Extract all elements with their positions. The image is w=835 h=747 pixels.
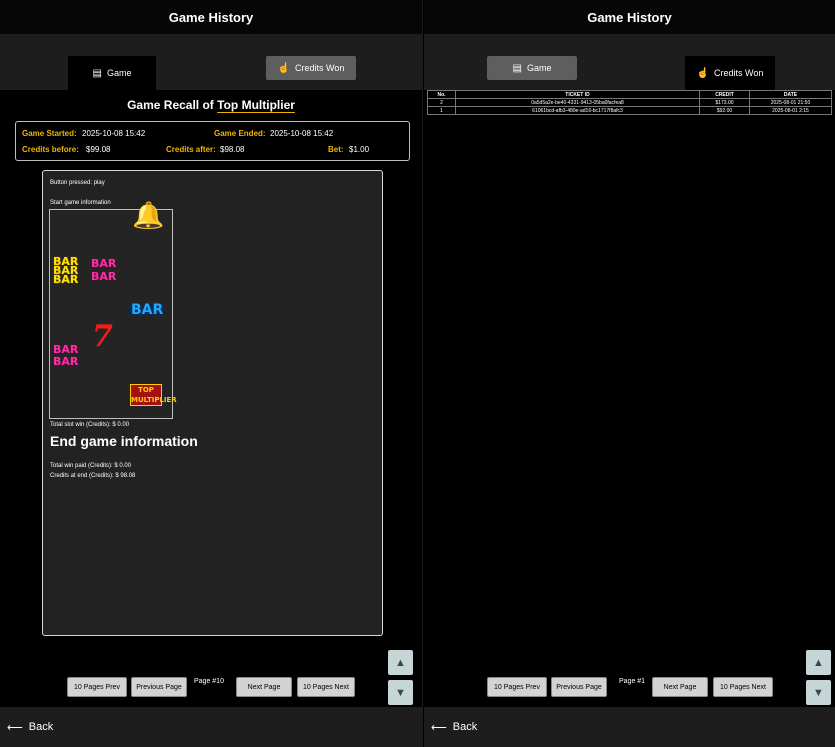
back-label: Back [452, 721, 478, 733]
ten-pages-next-button[interactable]: 10 Pages Next [713, 677, 773, 697]
arrow-left-icon: ⟵ [431, 721, 447, 734]
page-number: Page #1 [619, 678, 646, 685]
bar-text: BAR [53, 355, 79, 368]
tab-credits-label: Credits Won [714, 68, 764, 78]
credits-before-label: Credits before: [22, 145, 79, 154]
previous-page-button[interactable]: Previous Page [131, 677, 187, 697]
recall-title: Game Recall of Top Multiplier [0, 98, 422, 112]
recall-prefix: Game Recall of [127, 98, 218, 112]
bet-value: $1.00 [349, 145, 370, 154]
hand-coin-icon: ☝ [277, 62, 291, 74]
game-history-panel-right: Game History ▤ Game ☝ Credits Won No. TI… [424, 0, 835, 747]
double-bar-symbol: BAR BAR [91, 257, 117, 283]
table-row[interactable]: 2 0a5d5a2e-be40-4331-9413-05ba0facfea8 $… [427, 98, 832, 107]
arrow-left-icon: ⟵ [7, 721, 23, 734]
button-pressed-text: Button pressed: play [50, 180, 105, 186]
arrow-down-icon[interactable]: ▼ [806, 680, 831, 705]
previous-page-button[interactable]: Previous Page [551, 677, 607, 697]
ended-label: Game Ended: [214, 129, 266, 138]
game-icon: ▤ [512, 62, 522, 74]
back-button[interactable]: ⟵ Back [424, 707, 835, 747]
col-no: No. [427, 90, 456, 99]
cell-ticket-id: 0a5d5a2e-be40-4331-9413-05ba0facfea8 [455, 98, 700, 107]
credits-at-end-text: Credits at end (Credits): $ 98.08 [50, 473, 136, 479]
credits-after-value: $98.08 [220, 145, 245, 154]
game-name: Top Multiplier [217, 98, 295, 112]
tab-game-label: Game [526, 63, 552, 73]
ten-pages-next-button[interactable]: 10 Pages Next [297, 677, 355, 697]
arrow-up-icon[interactable]: ▲ [806, 650, 831, 675]
cell-no: 1 [427, 106, 456, 115]
bar-text: BAR [53, 343, 79, 356]
tab-credits-label: Credits Won [295, 63, 345, 73]
cell-ticket-id: 61061bcd-afb3-480e-ad16-bc1717f8afc3 [455, 106, 700, 115]
cell-credit: $173.00 [699, 98, 750, 107]
total-win-paid-text: Total win paid (Credits): $ 0.00 [50, 463, 132, 469]
triple-bar-symbol: BAR BAR BAR [53, 256, 79, 286]
top-multiplier-symbol: TOP MULTIPLIER [130, 384, 177, 406]
arrow-up-icon[interactable]: ▲ [388, 650, 413, 675]
ten-pages-prev-button[interactable]: 10 Pages Prev [487, 677, 547, 697]
col-date: DATE [749, 90, 832, 99]
game-recall-content: Game Recall of Top Multiplier Game Start… [0, 90, 422, 707]
single-bar-symbol: BAR [130, 302, 165, 318]
bar-text: BAR [53, 273, 79, 286]
slot-win-text: Total slot win (Credits): $ 0.00 [50, 422, 130, 428]
game-detail-box: Button pressed: play Start game informat… [42, 170, 383, 636]
panel-title: Game History [0, 0, 422, 34]
back-button[interactable]: ⟵ Back [0, 707, 422, 747]
credits-after-label: Credits after: [166, 145, 216, 154]
page-number: Page #10 [194, 678, 224, 685]
credits-before-value: $99.08 [86, 145, 111, 154]
next-page-button[interactable]: Next Page [236, 677, 292, 697]
tab-game-label: Game [106, 68, 132, 78]
tab-credits-won[interactable]: ☝ Credits Won [266, 56, 356, 80]
tab-bar: ▤ Game ☝ Credits Won [424, 34, 835, 90]
table-header-row: No. TICKET ID CREDIT DATE [427, 90, 832, 99]
table-row[interactable]: 1 61061bcd-afb3-480e-ad16-bc1717f8afc3 $… [427, 106, 832, 115]
cell-no: 2 [427, 98, 456, 107]
panel-title: Game History [424, 0, 835, 34]
tab-game[interactable]: ▤ Game [487, 56, 577, 80]
bet-label: Bet: [328, 145, 344, 154]
credits-table: No. TICKET ID CREDIT DATE 2 0a5d5a2e-be4… [427, 90, 832, 115]
bar-text: BAR [91, 257, 117, 270]
game-history-panel-left: Game History ▤ Game ☝ Credits Won Game R… [0, 0, 423, 747]
cell-date: 2025-08-01 2:15 [749, 106, 832, 115]
col-ticket-id: TICKET ID [455, 90, 700, 99]
double-bar-symbol: BAR BAR [53, 343, 79, 368]
end-info-heading: End game information [50, 433, 198, 449]
cell-date: 2025-08-01 21:50 [749, 98, 832, 107]
ended-value: 2025-10-08 15:42 [270, 129, 334, 138]
game-info-box: Game Started: 2025-10-08 15:42 Game Ende… [15, 121, 410, 161]
tab-bar: ▤ Game ☝ Credits Won [0, 34, 422, 90]
started-value: 2025-10-08 15:42 [82, 129, 146, 138]
col-credit: CREDIT [699, 90, 750, 99]
tab-game[interactable]: ▤ Game [68, 56, 156, 90]
start-info-heading: Start game information [50, 200, 111, 206]
tab-credits-won[interactable]: ☝ Credits Won [685, 56, 775, 90]
seven-symbol: 7 [92, 319, 113, 354]
bar-text: BAR [91, 270, 117, 283]
hand-coin-icon: ☝ [696, 67, 710, 79]
credits-won-content: No. TICKET ID CREDIT DATE 2 0a5d5a2e-be4… [424, 90, 835, 707]
slot-reels: 🔔 BAR BAR BAR BAR BAR BAR BAR BAR 7 TOP … [49, 201, 177, 419]
bell-symbol: 🔔 [132, 201, 165, 231]
arrow-down-icon[interactable]: ▼ [388, 680, 413, 705]
cell-credit: $92.00 [699, 106, 750, 115]
next-page-button[interactable]: Next Page [652, 677, 708, 697]
ten-pages-prev-button[interactable]: 10 Pages Prev [67, 677, 127, 697]
started-label: Game Started: [22, 129, 77, 138]
game-icon: ▤ [92, 67, 102, 79]
back-label: Back [28, 721, 54, 733]
